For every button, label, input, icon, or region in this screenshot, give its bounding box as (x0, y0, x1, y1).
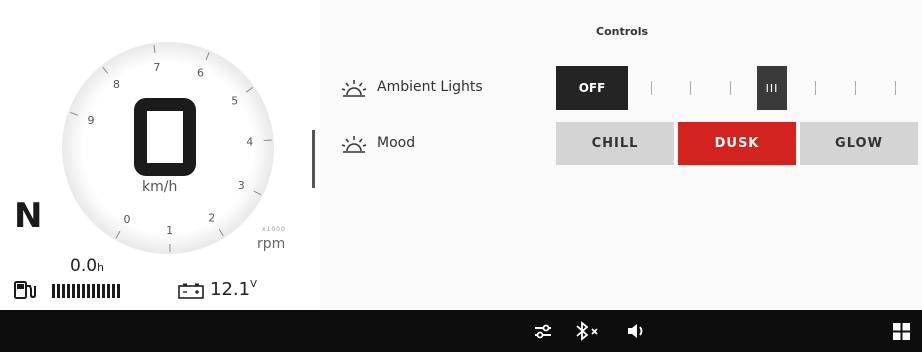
mood-option-dusk[interactable]: DUSK (678, 122, 796, 165)
trip-value: 0.0 (70, 256, 98, 276)
fuel-level-bar (52, 284, 120, 298)
mood-option-chill[interactable]: CHILL (556, 122, 674, 165)
ambient-level-2[interactable] (690, 81, 691, 95)
fuel-segment (97, 284, 100, 298)
ambient-level-6[interactable] (855, 81, 856, 95)
ambient-lights-label: Ambient Lights (377, 79, 483, 95)
fuel-segment (67, 284, 70, 298)
rpm-multiplier: x1000 (262, 226, 286, 233)
panel-drag-handle[interactable] (312, 130, 315, 188)
fuel-segment (87, 284, 90, 298)
tach-tick (263, 139, 272, 142)
trip-unit: h (97, 261, 105, 274)
rpm-unit: rpm (257, 236, 286, 252)
ambient-level-selected[interactable]: III (757, 66, 787, 110)
status-bar (0, 310, 922, 352)
fuel-segment (92, 284, 95, 298)
speed-readout (134, 98, 196, 176)
fuel-segment (107, 284, 110, 298)
tach-label: 6 (197, 67, 204, 80)
fuel-segment (62, 284, 65, 298)
tach-label: 8 (113, 78, 120, 91)
ambient-level-7[interactable] (895, 81, 896, 95)
fuel-segment (82, 284, 85, 298)
controls-panel: Controls Ambient Lights OFF III Mood CHI… (320, 0, 922, 310)
instrument-cluster: 0123456789 0 km/h x1000 rpm N 0.0h 12.1V (0, 0, 318, 310)
voltage-value: 12.1 (210, 279, 251, 300)
apps-grid-icon[interactable] (893, 323, 910, 340)
ambient-light-icon (341, 80, 367, 97)
mood-option-glow[interactable]: GLOW (800, 122, 918, 165)
ambient-level-1[interactable] (651, 81, 652, 95)
tach-label: 0 (124, 213, 131, 226)
fuel-pump-icon (14, 281, 36, 299)
tach-label: 7 (153, 61, 160, 74)
volume-icon[interactable] (626, 321, 648, 341)
battery-voltage: 12.1V (210, 279, 257, 300)
fuel-segment (72, 284, 75, 298)
fuel-segment (77, 284, 80, 298)
speed-unit: km/h (142, 179, 178, 195)
sliders-icon[interactable] (533, 321, 553, 341)
voltage-unit: V (250, 279, 257, 290)
ambient-lights-off-button[interactable]: OFF (556, 66, 628, 110)
fuel-segment (57, 284, 60, 298)
tach-label: 3 (238, 179, 245, 192)
gear-indicator: N (14, 196, 43, 236)
fuel-segment (52, 284, 55, 298)
fuel-segment (102, 284, 105, 298)
mood-light-icon (341, 136, 367, 153)
fuel-segment (112, 284, 115, 298)
bluetooth-off-icon[interactable] (574, 321, 604, 341)
ambient-level-3[interactable] (730, 81, 731, 95)
tach-label: 5 (231, 94, 238, 107)
tach-label: 2 (208, 211, 215, 224)
fuel-segment (117, 284, 120, 298)
battery-icon (178, 283, 204, 299)
trip-readout: 0.0h (70, 256, 104, 276)
tach-label: 9 (87, 114, 94, 127)
controls-title: Controls (596, 25, 649, 38)
tach-label: 1 (166, 224, 173, 237)
mood-label: Mood (377, 135, 416, 151)
ambient-level-5[interactable] (815, 81, 816, 95)
tach-label: 4 (246, 136, 253, 149)
